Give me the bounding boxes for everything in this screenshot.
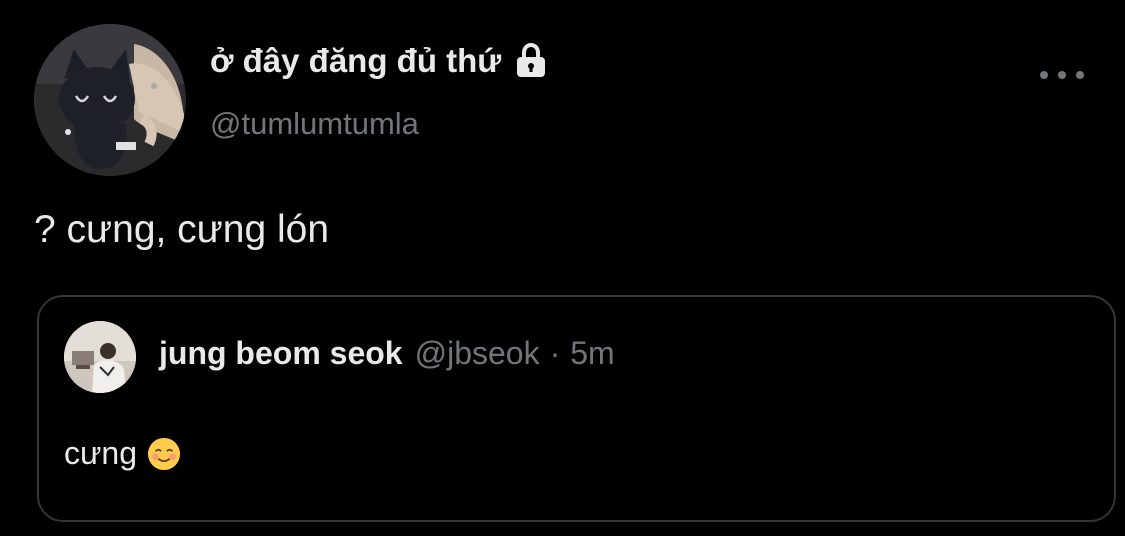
- plush-cat-avatar-icon: [34, 24, 186, 176]
- quote-text: cưng: [64, 435, 181, 472]
- quote-text-label: cưng: [64, 435, 138, 471]
- quote-separator: ·: [549, 335, 561, 371]
- author-name[interactable]: ở đây đăng đủ thứ: [210, 42, 549, 80]
- quoted-tweet-card[interactable]: jung beom seok @jbseok · 5m cưng: [37, 295, 1116, 522]
- photo-avatar-icon: [64, 321, 136, 393]
- author-avatar[interactable]: [34, 24, 186, 176]
- quote-header: jung beom seok @jbseok · 5m: [159, 335, 615, 372]
- quote-author-name[interactable]: jung beom seok: [159, 335, 403, 372]
- quote-timestamp[interactable]: 5m: [570, 335, 614, 372]
- tweet-text: ? cưng, cưng lón: [34, 208, 330, 251]
- smiling-face-icon: [147, 437, 181, 470]
- tweet[interactable]: ở đây đăng đủ thứ @tumlumtumla ? cưng, c…: [0, 0, 1125, 536]
- author-name-label: ở đây đăng đủ thứ: [210, 42, 502, 79]
- more-horizontal-icon: [1040, 71, 1048, 79]
- quote-author-avatar[interactable]: [64, 321, 136, 393]
- quote-author-handle[interactable]: @jbseok: [415, 335, 540, 372]
- lock-icon: [517, 43, 546, 77]
- author-handle[interactable]: @tumlumtumla: [210, 106, 419, 142]
- more-options-button[interactable]: [1040, 62, 1084, 88]
